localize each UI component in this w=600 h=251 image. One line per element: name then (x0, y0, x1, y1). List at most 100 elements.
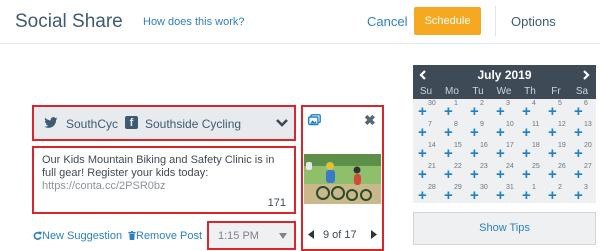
calendar-day-cell[interactable]: +15 (439, 141, 465, 162)
calendar-day-cell[interactable]: +30 (465, 183, 491, 204)
options-button[interactable]: Options (511, 14, 556, 29)
calendar-day-number: 8 (454, 121, 458, 128)
post-image (304, 154, 381, 204)
time-select[interactable]: 1:15 PM (207, 221, 296, 250)
show-tips-button[interactable]: Show Tips (413, 212, 596, 245)
twitter-account-name: SouthCyc (66, 117, 119, 131)
calendar-day-number: 3 (506, 100, 510, 107)
calendar-day-cell[interactable]: +21 (413, 162, 439, 183)
calendar-day-number: 18 (532, 142, 540, 149)
calendar-day-cell[interactable]: +8 (439, 120, 465, 141)
account-selector[interactable]: SouthCyc f Southside Cycling (32, 105, 296, 141)
calendar-day-number: 14 (428, 142, 436, 149)
facebook-icon: f (125, 116, 138, 129)
calendar-day-cell[interactable]: +28 (413, 183, 439, 204)
plus-icon: + (470, 166, 479, 183)
calendar-day-cell[interactable]: +24 (491, 162, 517, 183)
trash-icon (128, 231, 136, 240)
calendar-day-cell[interactable]: +9 (465, 120, 491, 141)
image-pager: 9 of 17 (323, 229, 357, 241)
calendar-day-cell[interactable]: +1 (439, 99, 465, 120)
close-icon[interactable]: ✖ (364, 112, 376, 129)
schedule-button[interactable]: Schedule (414, 7, 481, 35)
plus-icon: + (444, 103, 453, 120)
character-count: 171 (267, 197, 286, 209)
calendar-day-number: 30 (480, 184, 488, 191)
calendar-day-cell[interactable]: +25 (517, 162, 543, 183)
calendar-day-cell[interactable]: +30 (413, 99, 439, 120)
plus-icon: + (418, 103, 427, 120)
image-panel: ✖ 9 of 17 (301, 105, 384, 251)
calendar-day-number: 1 (532, 184, 536, 191)
calendar-day-cell[interactable]: +29 (439, 183, 465, 204)
caret-right-icon[interactable] (371, 230, 377, 239)
calendar-day-cell[interactable]: +13 (569, 120, 595, 141)
chevron-down-icon[interactable] (275, 118, 289, 128)
post-message-field[interactable]: Our Kids Mountain Biking and Safety Clin… (32, 146, 296, 214)
calendar-day-header: Fr (551, 86, 561, 97)
calendar-day-number: 11 (532, 121, 540, 128)
calendar-day-number: 12 (558, 121, 566, 128)
plus-icon: + (496, 124, 505, 141)
remove-post-button[interactable]: Remove Post (128, 230, 202, 242)
calendar-day-cell[interactable]: +11 (517, 120, 543, 141)
plus-icon: + (444, 145, 453, 162)
calendar-day-cell[interactable]: +5 (543, 99, 569, 120)
new-suggestion-button[interactable]: New Suggestion (33, 230, 122, 242)
calendar-day-cell[interactable]: +3 (491, 99, 517, 120)
calendar-day-header: We (496, 86, 512, 97)
calendar-day-cell[interactable]: +27 (569, 162, 595, 183)
calendar-day-cell[interactable]: +14 (413, 141, 439, 162)
caret-down-icon (279, 233, 287, 239)
calendar-day-cell[interactable]: +20 (569, 141, 595, 162)
plus-icon: + (496, 103, 505, 120)
plus-icon: + (522, 187, 531, 204)
calendar-month: July 2019 (477, 68, 532, 82)
calendar-day-cell[interactable]: +2 (465, 99, 491, 120)
cancel-button[interactable]: Cancel (367, 14, 407, 29)
calendar-day-cell[interactable]: +2 (543, 183, 569, 204)
calendar-day-cell[interactable]: +16 (465, 141, 491, 162)
calendar: July 2019 Su Mo Tu We Th Fr Sa +30 +1 +2 +3 +4 +5 +6… (413, 65, 596, 203)
plus-icon: + (418, 166, 427, 183)
time-value: 1:15 PM (218, 230, 259, 242)
plus-icon: + (574, 124, 583, 141)
calendar-day-cell[interactable]: +23 (465, 162, 491, 183)
calendar-day-number: 23 (480, 163, 488, 170)
calendar-day-cell[interactable]: +31 (491, 183, 517, 204)
calendar-day-number: 24 (506, 163, 514, 170)
plus-icon: + (444, 124, 453, 141)
help-link[interactable]: How does this work? (143, 16, 245, 28)
calendar-day-number: 20 (584, 142, 592, 149)
plus-icon: + (496, 166, 505, 183)
calendar-day-number: 3 (584, 184, 588, 191)
calendar-day-cell[interactable]: +7 (413, 120, 439, 141)
image-icon[interactable] (308, 114, 321, 126)
plus-icon: + (522, 166, 531, 183)
calendar-day-cell[interactable]: +26 (543, 162, 569, 183)
calendar-day-cell[interactable]: +4 (517, 99, 543, 120)
calendar-day-number: 29 (454, 184, 462, 191)
plus-icon: + (444, 166, 453, 183)
plus-icon: + (548, 187, 557, 204)
plus-icon: + (470, 103, 479, 120)
calendar-day-number: 2 (558, 184, 562, 191)
calendar-day-cell[interactable]: +12 (543, 120, 569, 141)
calendar-day-number: 1 (454, 100, 458, 107)
calendar-day-cell[interactable]: +22 (439, 162, 465, 183)
calendar-day-number: 15 (454, 142, 462, 149)
twitter-icon (44, 117, 58, 128)
calendar-day-number: 22 (454, 163, 462, 170)
calendar-day-cell[interactable]: +17 (491, 141, 517, 162)
calendar-day-number: 17 (506, 142, 514, 149)
calendar-day-cell[interactable]: +19 (543, 141, 569, 162)
calendar-day-cell[interactable]: +18 (517, 141, 543, 162)
calendar-day-cell[interactable]: +6 (569, 99, 595, 120)
calendar-day-cell[interactable]: +3 (569, 183, 595, 204)
calendar-day-cell[interactable]: +10 (491, 120, 517, 141)
calendar-day-cell[interactable]: +1 (517, 183, 543, 204)
caret-left-icon[interactable] (308, 230, 314, 239)
chevron-right-icon[interactable] (583, 70, 590, 80)
plus-icon: + (548, 103, 557, 120)
plus-icon: + (548, 166, 557, 183)
